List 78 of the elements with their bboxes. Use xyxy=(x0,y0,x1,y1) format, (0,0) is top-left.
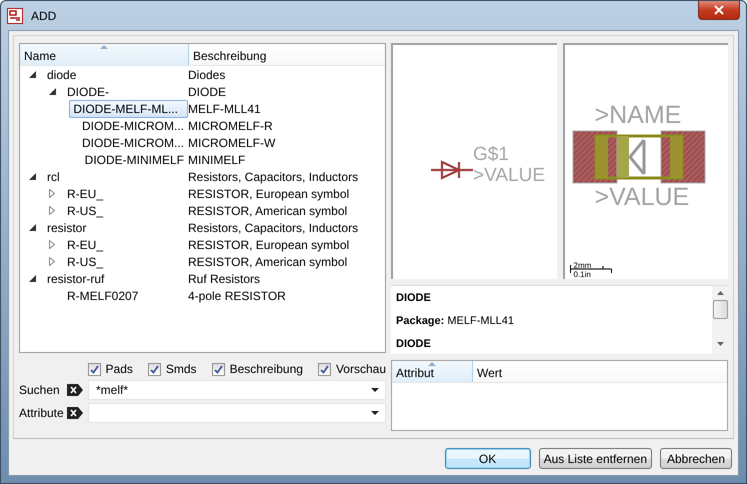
description-cell: Resistors, Capacitors, Inductors xyxy=(188,170,358,184)
description-text: DIODE xyxy=(396,337,432,351)
tree-item[interactable]: rcl xyxy=(43,168,64,186)
clear-icon[interactable] xyxy=(67,384,83,396)
search-field[interactable]: *melf* xyxy=(88,380,386,400)
tree-item[interactable]: DIODE-MICROM... xyxy=(78,134,188,152)
checkbox-label: Vorschau xyxy=(336,362,386,376)
description-column-header[interactable]: Beschreibung xyxy=(189,44,385,65)
tree-item[interactable]: DIODE-MELF-ML... xyxy=(69,100,188,118)
description-cell: Ruf Resistors xyxy=(188,272,260,286)
dialog-button[interactable]: Aus Liste entfernen xyxy=(538,448,652,469)
search-label: Suchen xyxy=(19,383,61,397)
name-column-header[interactable]: Name xyxy=(20,44,189,65)
tree-item[interactable]: DIODE-MINIMELF xyxy=(80,150,188,168)
tree-item[interactable]: R-US_ xyxy=(63,252,108,270)
close-button[interactable] xyxy=(698,1,740,20)
expanded-icon[interactable] xyxy=(49,88,56,95)
checkbox[interactable] xyxy=(88,362,101,376)
dialog-button[interactable]: Abbrechen xyxy=(660,448,732,469)
tree-item[interactable]: resistor xyxy=(43,218,90,236)
close-icon xyxy=(714,5,724,15)
description-cell: MICROMELF-R xyxy=(188,118,273,132)
description-cell: RESISTOR, European symbol xyxy=(188,186,350,200)
tree-item[interactable]: DIODE- xyxy=(63,82,113,100)
collapsed-icon[interactable] xyxy=(49,240,55,249)
app-icon xyxy=(7,8,23,24)
scroll-down-icon[interactable] xyxy=(716,342,724,346)
scale-text: 0.1in xyxy=(572,271,591,279)
dropdown-caret-icon xyxy=(371,388,379,392)
collapsed-icon[interactable] xyxy=(49,257,55,266)
description-cell: DIODE xyxy=(188,84,226,98)
tree-item[interactable]: R-US_ xyxy=(63,202,108,220)
expanded-icon[interactable] xyxy=(29,224,36,231)
tree-item[interactable]: R-EU_ xyxy=(63,236,108,254)
clear-icon[interactable] xyxy=(67,407,83,419)
tree-item[interactable]: DIODE-MICROM... xyxy=(78,116,188,134)
expanded-icon[interactable] xyxy=(29,173,36,180)
description-text: Package: MELF-MLL41 xyxy=(396,314,516,328)
dropdown-caret-icon xyxy=(371,411,379,415)
tree-item[interactable]: R-MELF0207 xyxy=(63,286,142,304)
diode-symbol-drawing xyxy=(431,159,473,181)
attribute-label: Attribute xyxy=(19,406,65,420)
checkbox[interactable] xyxy=(148,362,161,376)
dialog-button[interactable]: OK xyxy=(444,448,531,469)
sort-icon xyxy=(100,45,108,49)
tree-item[interactable]: diode xyxy=(43,66,80,84)
description-cell: MELF-MLL41 xyxy=(188,102,261,116)
checkbox-label: Smds xyxy=(166,362,197,376)
description-cell: Diodes xyxy=(188,68,226,82)
symbol-name-text: G$1 xyxy=(473,145,509,165)
checkbox[interactable] xyxy=(212,362,225,376)
tree-item[interactable]: resistor-ruf xyxy=(43,270,108,288)
description-text: DIODE xyxy=(396,291,432,305)
checkbox-label: Pads xyxy=(106,362,133,376)
checkbox-label: Beschreibung xyxy=(230,362,303,376)
attribute-column-header[interactable]: Attribut xyxy=(392,361,473,382)
expanded-icon[interactable] xyxy=(29,71,36,78)
description-cell: Resistors, Capacitors, Inductors xyxy=(188,220,358,234)
scroll-up-icon[interactable] xyxy=(716,291,724,295)
tree-item[interactable]: R-EU_ xyxy=(63,184,108,202)
package-name-text: >NAME xyxy=(594,102,682,128)
window-title: ADD xyxy=(31,8,56,22)
description-cell: MICROMELF-W xyxy=(188,136,276,150)
package-value-text: >VALUE xyxy=(594,184,690,210)
attribute-field[interactable] xyxy=(88,403,386,423)
description-cell: RESISTOR, American symbol xyxy=(188,254,348,268)
collapsed-icon[interactable] xyxy=(49,206,55,215)
expanded-icon[interactable] xyxy=(29,275,36,282)
sort-icon xyxy=(428,362,436,366)
value-column-header[interactable]: Wert xyxy=(473,361,727,382)
description-cell: MINIMELF xyxy=(188,152,246,166)
description-cell: 4-pole RESISTOR xyxy=(188,288,286,302)
symbol-value-text: >VALUE xyxy=(473,166,545,186)
checkbox[interactable] xyxy=(318,362,331,376)
collapsed-icon[interactable] xyxy=(49,189,55,198)
description-cell: RESISTOR, American symbol xyxy=(188,204,348,218)
description-cell: RESISTOR, European symbol xyxy=(188,238,350,252)
scale-text: 2mm xyxy=(572,262,592,270)
